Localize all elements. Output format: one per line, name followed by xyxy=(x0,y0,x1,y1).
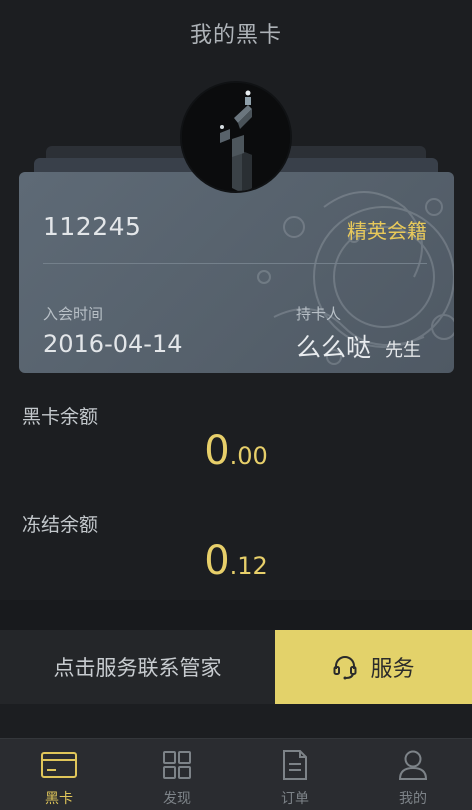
tab-discover[interactable]: 发现 xyxy=(118,739,236,810)
card-number: 112245 xyxy=(43,212,142,241)
service-bar: 点击服务联系管家 服务 xyxy=(0,630,472,704)
holder-label: 持卡人 xyxy=(296,305,342,323)
card-balance-value: 0.00 xyxy=(0,428,472,474)
frozen-balance-label: 冻结余额 xyxy=(22,514,99,536)
tab-orders[interactable]: 订单 xyxy=(236,739,354,810)
service-button[interactable]: 服务 xyxy=(275,630,472,704)
header: 我的黑卡 xyxy=(0,0,472,66)
tab-label: 我的 xyxy=(399,791,427,807)
card-icon xyxy=(41,752,77,778)
tab-profile[interactable]: 我的 xyxy=(354,739,472,810)
frozen-balance-value: 0.12 xyxy=(0,538,472,584)
contact-butler-link[interactable]: 点击服务联系管家 xyxy=(0,630,275,704)
join-date-value: 2016-04-14 xyxy=(43,330,183,358)
card-balance-label: 黑卡余额 xyxy=(22,406,99,428)
holder-title: 先生 xyxy=(385,340,421,361)
avatar[interactable] xyxy=(180,81,292,193)
grid-icon xyxy=(163,751,191,779)
tab-label: 黑卡 xyxy=(45,791,73,807)
membership-level: 精英会籍 xyxy=(347,219,427,243)
frozen-balance-decimal: .12 xyxy=(229,552,268,580)
headset-icon xyxy=(333,656,357,680)
card-divider xyxy=(43,263,427,264)
card-balance-decimal: .00 xyxy=(229,442,268,470)
page-title: 我的黑卡 xyxy=(189,23,282,48)
tab-bar: 黑卡 发现 订单 我的 xyxy=(0,738,472,810)
tab-label: 订单 xyxy=(281,791,309,807)
document-icon xyxy=(283,750,307,780)
section-divider xyxy=(0,600,472,630)
card-balance-integer: 0 xyxy=(204,428,230,474)
service-button-label: 服务 xyxy=(370,657,415,682)
holder-name: 么么哒 xyxy=(296,333,372,362)
frozen-balance-integer: 0 xyxy=(204,538,230,584)
join-date-label: 入会时间 xyxy=(43,305,104,323)
spacer xyxy=(0,704,472,738)
membership-card[interactable]: 112245 精英会籍 入会时间 2016-04-14 持卡人 么么哒 先生 xyxy=(19,172,454,373)
person-icon xyxy=(398,750,428,780)
tab-black-card[interactable]: 黑卡 xyxy=(0,739,118,810)
tab-label: 发现 xyxy=(163,791,191,807)
avatar-image xyxy=(182,83,290,191)
